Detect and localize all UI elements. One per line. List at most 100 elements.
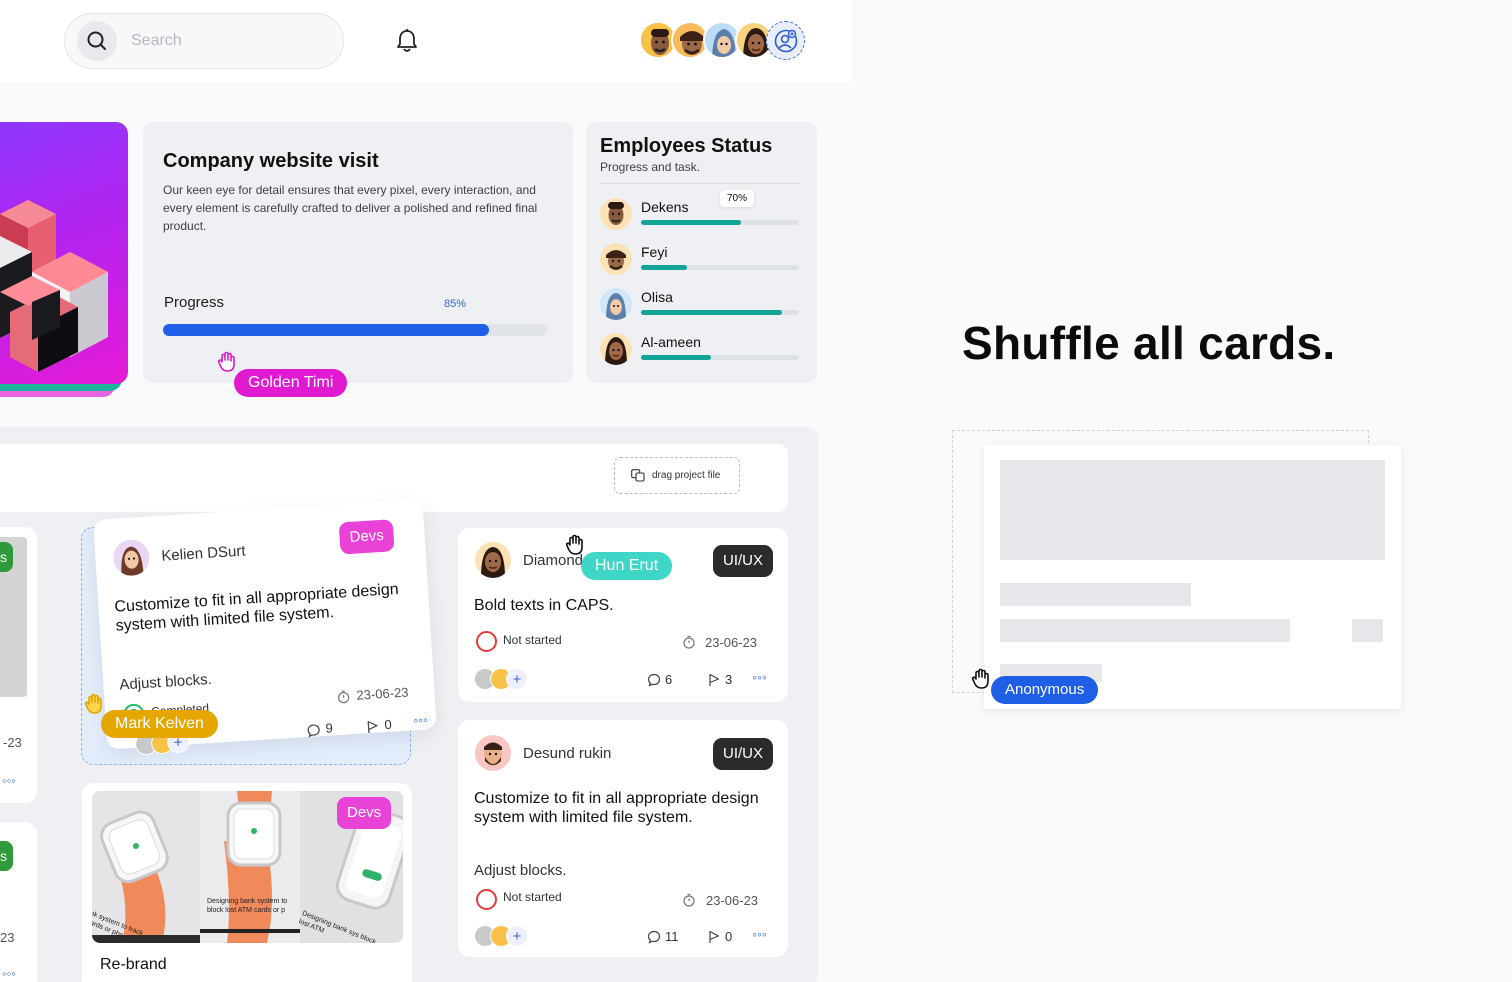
comment-count: 9	[325, 720, 334, 736]
card-subtitle: Adjust blocks.	[118, 670, 213, 694]
comment-icon	[647, 673, 661, 692]
flag-icon	[366, 719, 379, 739]
progress-fill	[641, 310, 782, 315]
avatar	[112, 538, 151, 577]
task-card[interactable]: Desund rukin UI/UX Customize to fit in a…	[458, 720, 788, 957]
employee-row[interactable]: Dekens 70%	[600, 190, 805, 234]
assignees[interactable]: +	[474, 668, 534, 690]
more-options-icon[interactable]: ◦◦◦	[752, 926, 767, 942]
tag-badge: s	[0, 542, 13, 572]
skeleton-block	[1352, 619, 1383, 642]
card-title: Bold texts in CAPS.	[474, 597, 614, 614]
progress-bar	[163, 324, 547, 336]
drag-label: drag project file	[652, 470, 721, 481]
status-label: Not started	[503, 890, 562, 904]
employee-progress	[641, 355, 799, 360]
search-icon[interactable]	[77, 21, 117, 61]
date: -23	[3, 735, 22, 750]
assignee-name: Kelien DSurt	[160, 542, 246, 565]
search-box[interactable]	[64, 13, 344, 69]
avatar	[600, 288, 632, 320]
assignee-name: Desund rukin	[523, 745, 612, 762]
employee-progress	[641, 265, 799, 270]
status-not-started-icon	[476, 631, 497, 652]
tag-badge: Devs	[337, 797, 392, 829]
date: 23	[0, 930, 15, 945]
collaborator-tag: Golden Timi	[234, 369, 348, 397]
hand-cursor-icon	[216, 351, 238, 378]
employee-name: Olisa	[641, 289, 673, 305]
flag-count: 0	[383, 716, 393, 733]
due-date: 23-06-23	[705, 635, 758, 650]
flag-icon	[708, 673, 720, 692]
task-card-partial[interactable]: s -23 ◦◦◦	[0, 527, 37, 803]
divider	[600, 183, 800, 184]
company-visit-card[interactable]: Company website visit Our keen eye for d…	[143, 122, 573, 383]
drag-project-file-button[interactable]: drag project file	[614, 457, 740, 494]
more-options-icon[interactable]: ◦◦◦	[752, 669, 767, 685]
employee-name: Al-ameen	[641, 334, 701, 350]
employee-row[interactable]: Olisa	[600, 288, 805, 324]
timer-icon	[682, 893, 696, 912]
card-description: Our keen eye for detail ensures that eve…	[163, 183, 538, 233]
add-assignee-icon[interactable]: +	[506, 925, 528, 947]
more-options-icon[interactable]: ◦◦◦	[2, 773, 16, 788]
avatar	[475, 542, 511, 578]
progress-fill	[641, 220, 741, 225]
search-input[interactable]	[131, 28, 321, 54]
tag-badge: s	[0, 841, 13, 871]
employee-name: Feyi	[641, 244, 668, 260]
add-user-icon[interactable]	[766, 21, 805, 60]
comment-icon	[306, 723, 321, 743]
avatar	[475, 735, 511, 771]
card-subtitle: Adjust blocks.	[474, 862, 567, 879]
tag-badge: Devs	[338, 519, 395, 555]
due-date: 23-06-23	[356, 684, 409, 703]
progress-label: Progress	[164, 294, 225, 311]
flag-count: 3	[725, 672, 733, 687]
hand-cursor-icon	[83, 693, 105, 720]
employee-progress	[641, 310, 799, 315]
more-options-icon[interactable]: ◦◦◦	[2, 966, 16, 981]
employee-name: Dekens	[641, 199, 689, 215]
progress-fill	[641, 355, 711, 360]
progress-value: 85%	[444, 298, 467, 310]
card-title: Re-brand	[100, 956, 167, 973]
image-caption: Designing bank system to block lost ATM …	[207, 898, 288, 914]
skeleton-card[interactable]	[984, 445, 1401, 709]
skeleton-image	[1000, 460, 1385, 560]
avatar	[600, 198, 632, 230]
collaborator-tag: Hun Erut	[581, 552, 673, 580]
hero-image	[0, 122, 128, 384]
skeleton-line	[1000, 583, 1191, 606]
avatar	[600, 243, 632, 275]
comment-count: 6	[665, 672, 673, 687]
card-title: Customize to fit in all appropriate desi…	[474, 790, 759, 826]
due-date: 23-06-23	[706, 893, 759, 908]
hand-cursor-icon	[970, 668, 992, 695]
status-label: Not started	[503, 633, 562, 647]
avatar	[600, 333, 632, 365]
more-options-icon[interactable]: ◦◦◦	[413, 711, 429, 728]
card-subtitle: Progress and task.	[600, 160, 701, 174]
employee-row[interactable]: Feyi	[600, 243, 805, 279]
progress-fill	[163, 324, 490, 336]
progress-tooltip: 70%	[720, 190, 755, 207]
assignees[interactable]: +	[474, 925, 534, 947]
timer-icon	[336, 689, 351, 709]
progress-fill	[641, 265, 687, 270]
employees-status-card[interactable]: Employees Status Progress and task. Deke…	[586, 122, 817, 383]
card-title: Employees Status	[600, 135, 773, 157]
flag-icon	[708, 930, 720, 949]
employee-row[interactable]: Al-ameen	[600, 333, 805, 369]
collaborator-tag: Anonymous	[991, 676, 1099, 704]
add-assignee-icon[interactable]: +	[506, 668, 528, 690]
status-not-started-icon	[476, 889, 497, 910]
collaborator-tag: Mark Kelven	[101, 710, 218, 738]
bell-icon[interactable]	[396, 28, 418, 59]
tag-badge: UI/UX	[713, 738, 774, 770]
task-card[interactable]: Designing bank system to block lost ATM …	[82, 783, 412, 982]
flag-count: 0	[725, 929, 733, 944]
task-card-partial[interactable]: s 23 ◦◦◦	[0, 822, 37, 982]
card-title: Company website visit	[163, 150, 379, 172]
